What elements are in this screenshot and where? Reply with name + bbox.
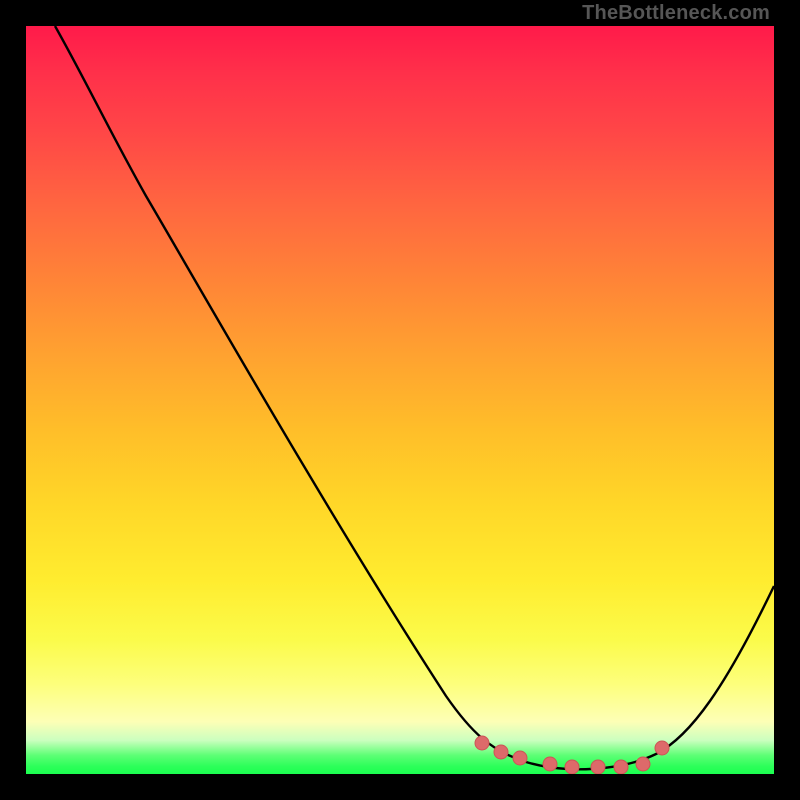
chart-frame — [26, 26, 774, 774]
attribution-text: TheBottleneck.com — [582, 2, 770, 25]
gradient-background — [26, 26, 774, 774]
